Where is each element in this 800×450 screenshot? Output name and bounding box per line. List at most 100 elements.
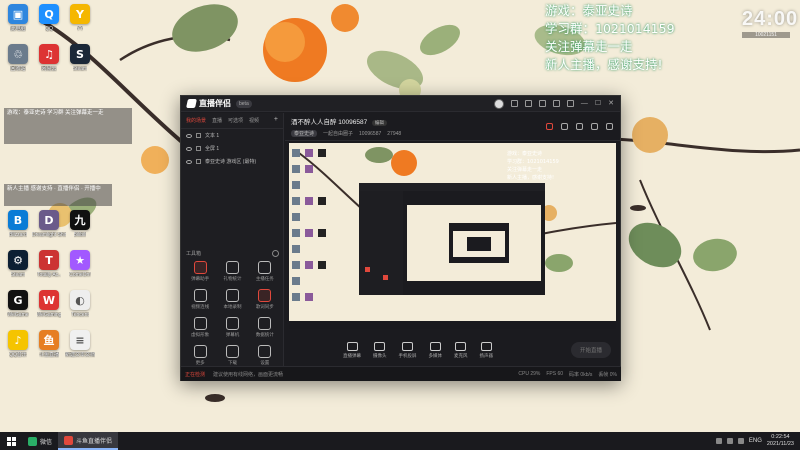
close-button[interactable]: ✕ — [608, 100, 614, 107]
control-button[interactable]: 手机投屏 — [398, 341, 417, 359]
desktop-icon[interactable]: D Dreamlight Shinergy — [32, 210, 66, 238]
taskbar-item[interactable]: 斗鱼直播伴侣 — [58, 432, 119, 450]
share-icon[interactable] — [606, 123, 613, 130]
tool-button[interactable]: 虚拟形象 — [184, 317, 216, 338]
desktop-icon-image: Q — [39, 4, 59, 24]
title-bar[interactable]: 直播伴侣 beta — ☐ ✕ — [181, 96, 620, 112]
input-language[interactable]: ENG — [749, 438, 762, 444]
overlay-line-thanks: 新人主播，感谢支持! — [545, 57, 663, 72]
visibility-eye-icon[interactable] — [186, 146, 192, 151]
desktop-icon[interactable]: W WeGaming — [34, 290, 64, 318]
desktop-icon[interactable]: S Steam — [65, 44, 95, 72]
scene-item[interactable]: 全屏 1 — [181, 142, 283, 155]
control-icon — [402, 341, 413, 351]
desktop-icon[interactable]: ♪ QQ音乐 — [3, 330, 33, 358]
desktop-icon[interactable]: ≡ 新建文本文档 — [65, 330, 95, 358]
desktop-icon-image: T — [39, 250, 59, 270]
message-icon[interactable] — [510, 100, 518, 107]
room-category: 一起自由圈子 — [323, 131, 354, 137]
control-button[interactable]: 摄像头 — [373, 341, 387, 359]
desktop-icon-label: QQ — [45, 26, 53, 32]
overlay-line-game: 游戏：泰亚史诗 — [545, 3, 633, 18]
lock-icon[interactable] — [561, 123, 568, 130]
control-icon — [480, 341, 492, 351]
bell-icon[interactable] — [591, 123, 598, 130]
app-name: 直播伴侣 — [199, 99, 231, 108]
desktop-icon[interactable]: 鱼斗鱼直播 — [34, 330, 64, 358]
volume-icon[interactable] — [737, 438, 744, 444]
record-icon[interactable] — [546, 123, 553, 130]
tool-label: 虚拟形象 — [191, 332, 210, 337]
desktop-icon[interactable]: ▣ 此电脑 — [3, 4, 33, 32]
room-tag[interactable]: 泰亚史诗 — [291, 130, 318, 137]
maximize-button[interactable]: ☐ — [595, 100, 601, 107]
toolbox-more-icon[interactable] — [272, 250, 279, 257]
tray-app-icon[interactable] — [715, 438, 722, 444]
user-avatar[interactable] — [493, 98, 504, 109]
people-icon[interactable] — [576, 123, 583, 130]
tool-button[interactable]: 礼物统计 — [216, 261, 248, 282]
start-live-button[interactable]: 开始直播 — [570, 342, 611, 358]
visibility-eye-icon[interactable] — [186, 159, 192, 164]
tab-my-scenes[interactable]: 我的场景 — [186, 117, 206, 124]
control-button[interactable]: 麦克风 — [454, 341, 468, 359]
control-icon — [455, 341, 467, 351]
desktop-icon[interactable]: ⚙ Steam — [3, 250, 33, 278]
add-scene-button[interactable]: + — [274, 116, 278, 124]
desktop-icon-image: ◐ — [70, 290, 90, 310]
desktop-icon[interactable]: ♲ 回收站 — [3, 44, 33, 72]
desktop-icon[interactable]: Y YY — [65, 4, 95, 32]
tab-options[interactable]: 可选项 — [228, 117, 243, 124]
settings-icon[interactable] — [552, 100, 560, 107]
tool-button[interactable]: 更多 — [184, 345, 216, 366]
tool-button[interactable]: 歌词同步 — [249, 289, 281, 310]
stream-preview[interactable]: 游戏：泰亚史诗 学习群：1021014159 关注弹幕走一走 新人主播，感谢支持… — [289, 143, 616, 329]
edit-room-button[interactable]: 编辑 — [371, 120, 387, 126]
minimize-button[interactable]: — — [581, 100, 588, 107]
desktop-icon[interactable]: ★ ComeOn! — [65, 250, 95, 278]
toolbox-title: 工具箱 — [186, 251, 202, 257]
scene-item[interactable]: 文本 1 — [181, 129, 283, 142]
control-label: 手机投屏 — [398, 352, 417, 358]
tool-button[interactable]: 下载 — [216, 345, 248, 366]
tool-button[interactable]: 视频连线 — [184, 289, 216, 310]
scene-item-label: 泰亚史诗 游戏区 (最特) — [205, 159, 257, 165]
clock-widget-time: 24:00 — [742, 8, 799, 30]
help-icon[interactable] — [566, 100, 574, 107]
tab-live[interactable]: 直播 — [212, 117, 222, 124]
tool-button[interactable]: 主播任务 — [249, 261, 281, 282]
tool-button[interactable]: 弹幕机 — [216, 317, 248, 338]
gift-icon[interactable] — [524, 100, 532, 107]
taskbar-clock[interactable]: 0:22:54 2021/11/23 — [767, 434, 794, 448]
control-button[interactable]: 直播弹幕 — [343, 341, 361, 359]
control-button[interactable]: 扬声器 — [480, 341, 493, 359]
tool-button[interactable]: 设置 — [249, 345, 281, 366]
scene-item[interactable]: 泰亚史诗 游戏区 (最特) — [181, 155, 283, 168]
status-stat: 码率 0kb/s — [569, 371, 593, 378]
shield-icon[interactable] — [538, 100, 546, 107]
system-tray: ENG 0:22:54 2021/11/23 — [715, 434, 800, 448]
status-stat: FPS 60 — [546, 370, 564, 377]
desktop-icon[interactable]: T Totally Ac.. — [34, 250, 64, 278]
control-button[interactable]: 多媒体 — [429, 341, 442, 359]
desktop-icon-label: Bilibili — [73, 232, 87, 238]
desktop-icon-image: S — [70, 44, 90, 64]
desktop-icon[interactable]: 九 Bilibili — [65, 210, 95, 238]
desktop-icon[interactable]: G WeGame — [3, 290, 33, 318]
taskbar-item[interactable]: 微信 — [22, 432, 58, 450]
tool-icon — [258, 345, 272, 358]
network-icon[interactable] — [726, 438, 733, 444]
desktop-icon[interactable]: Q QQ — [34, 4, 64, 32]
start-button[interactable] — [0, 432, 22, 450]
scene-type-icon — [196, 133, 201, 138]
desktop-icon[interactable]: ♫ 网易云 — [34, 44, 64, 72]
desktop-icon-image: ♪ — [8, 330, 28, 350]
tool-button[interactable]: 本地录制 — [216, 289, 248, 310]
tool-button[interactable]: 数据统计 — [249, 317, 281, 338]
desktop-icon-image: 鱼 — [39, 330, 59, 350]
tool-button[interactable]: 弹幕助手 — [184, 261, 216, 282]
desktop-icon[interactable]: B Blizzard — [3, 210, 33, 238]
desktop-icon[interactable]: ◐ Tencent — [65, 290, 95, 318]
visibility-eye-icon[interactable] — [186, 133, 192, 138]
tab-video[interactable]: 视频 — [249, 117, 259, 124]
